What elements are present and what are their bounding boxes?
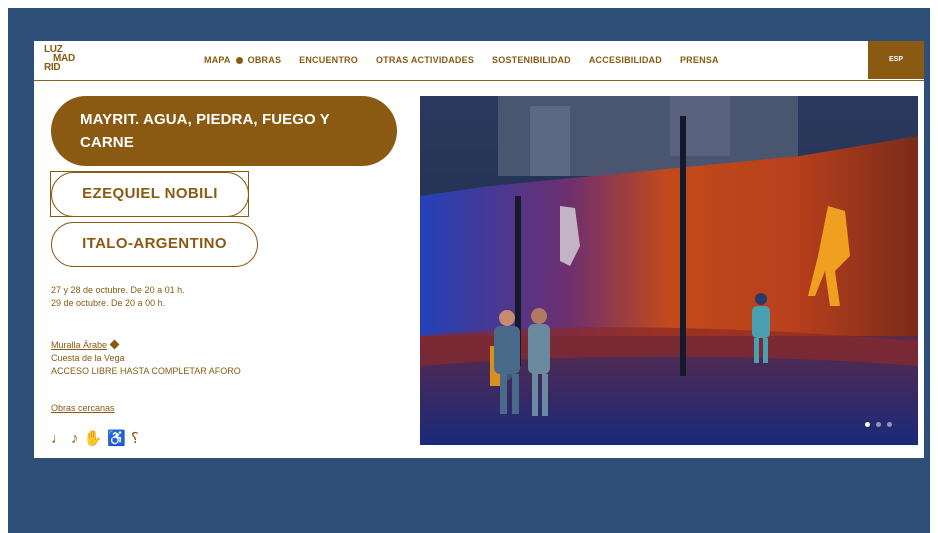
main-nav: MAPA OBRAS ENCUENTRO OTRAS ACTIVIDADES S…: [204, 55, 737, 65]
nav-accesibilidad[interactable]: ACCESIBILIDAD: [589, 55, 662, 65]
work-title: MAYRIT. AGUA, PIEDRA, FUEGO Y CARNE: [51, 96, 397, 166]
carousel-dot-3[interactable]: [887, 422, 892, 427]
artist-nationality: ITALO-ARGENTINO: [51, 222, 258, 267]
nav-encuentro[interactable]: ENCUENTRO: [299, 55, 358, 65]
schedule-line: 29 de octubre. De 20 a 00 h.: [51, 298, 166, 308]
audio-description-icon: ♪: [71, 430, 79, 447]
language-button[interactable]: ESP: [868, 41, 924, 79]
location-access: ACCESO LIBRE HASTA COMPLETAR AFORO: [51, 366, 241, 376]
carousel-dot-1[interactable]: [865, 422, 870, 427]
artwork-illustration: [420, 96, 918, 445]
logo-line-3: RID: [44, 62, 61, 73]
carousel-dot-2[interactable]: [876, 422, 881, 427]
page: LUZ MAD RID MAPA OBRAS ENCUENTRO OTRAS A…: [34, 41, 924, 458]
nav-mapa[interactable]: MAPA: [204, 55, 231, 65]
sign-language-icon: ✋: [83, 430, 103, 447]
accessibility-icons: ♩ ♪ ✋ ♿ ⸮: [51, 430, 144, 448]
luz-madrid-logo[interactable]: LUZ MAD RID: [44, 45, 75, 73]
nav-prensa[interactable]: PRENSA: [680, 55, 719, 65]
artwork-photo[interactable]: [420, 96, 918, 445]
directions-icon[interactable]: [109, 339, 120, 350]
schedule-line: 27 y 28 de octubre. De 20 a 01 h.: [51, 285, 185, 295]
nearby-works-link[interactable]: Obras cercanas: [51, 403, 115, 413]
nav-separator-dot: [235, 56, 243, 64]
location-link[interactable]: Muralla Árabe: [51, 340, 107, 350]
nav-obras[interactable]: OBRAS: [248, 55, 282, 65]
nav-otras-actividades[interactable]: OTRAS ACTIVIDADES: [376, 55, 474, 65]
schedule: 27 y 28 de octubre. De 20 a 01 h. 29 de …: [51, 284, 185, 310]
nav-sostenibilidad[interactable]: SOSTENIBILIDAD: [492, 55, 571, 65]
location-name-row: Muralla Árabe: [51, 339, 241, 352]
location-block: Muralla Árabe Cuesta de la Vega ACCESO L…: [51, 339, 241, 378]
wheelchair-icon: ♿: [107, 430, 126, 447]
artist-name-link[interactable]: EZEQUIEL NOBILI: [51, 172, 249, 217]
hearing-loop-icon: ♩: [51, 430, 66, 447]
carousel-dots: [859, 422, 892, 427]
location-street: Cuesta de la Vega: [51, 353, 125, 363]
header: LUZ MAD RID MAPA OBRAS ENCUENTRO OTRAS A…: [34, 41, 924, 81]
hearing-impaired-icon: ⸮: [130, 430, 139, 447]
